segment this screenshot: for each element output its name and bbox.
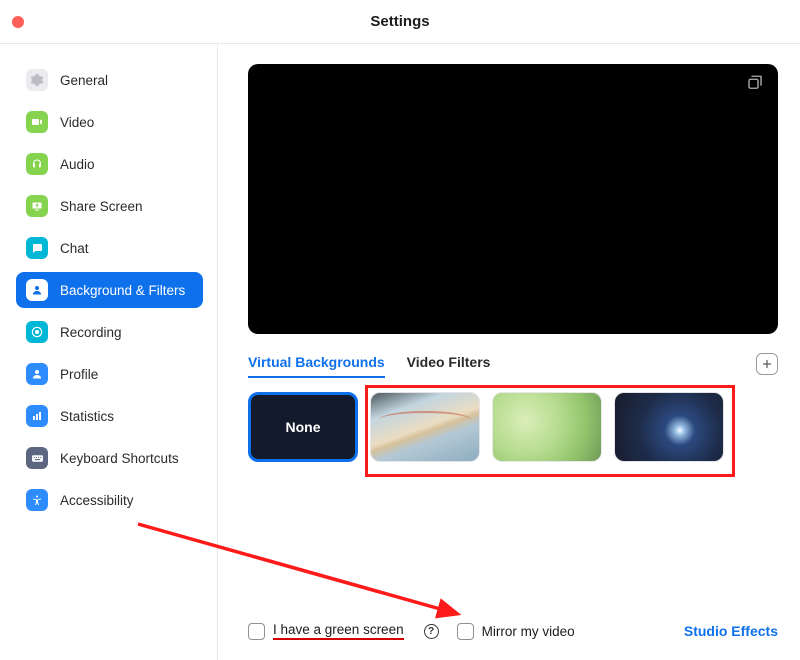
sidebar-item-label: Statistics: [60, 409, 114, 424]
titlebar: Settings: [0, 0, 800, 44]
green-screen-label: I have a green screen: [273, 622, 404, 640]
tab-virtual-backgrounds[interactable]: Virtual Backgrounds: [248, 350, 385, 378]
sidebar-item-label: General: [60, 73, 108, 88]
chat-icon: [26, 237, 48, 259]
sidebar-item-label: Profile: [60, 367, 98, 382]
mirror-label: Mirror my video: [482, 624, 575, 639]
bg-none-label: None: [286, 419, 321, 435]
video-preview: [248, 64, 778, 334]
sidebar-item-label: Share Screen: [60, 199, 143, 214]
accessibility-icon: [26, 489, 48, 511]
video-icon: [26, 111, 48, 133]
close-window-button[interactable]: [12, 16, 24, 28]
sidebar-item-profile[interactable]: Profile: [16, 356, 203, 392]
bg-option-bridge[interactable]: [370, 392, 480, 462]
recording-icon: [26, 321, 48, 343]
sidebar-item-chat[interactable]: Chat: [16, 230, 203, 266]
keyboard-icon: [26, 447, 48, 469]
sidebar-item-general[interactable]: General: [16, 62, 203, 98]
profile-icon: [26, 363, 48, 385]
sidebar-item-statistics[interactable]: Statistics: [16, 398, 203, 434]
gear-icon: [26, 69, 48, 91]
sidebar-item-accessibility[interactable]: Accessibility: [16, 482, 203, 518]
studio-effects-link[interactable]: Studio Effects: [684, 623, 778, 639]
bg-option-none[interactable]: None: [248, 392, 358, 462]
sidebar-item-label: Keyboard Shortcuts: [60, 451, 179, 466]
sidebar-item-share-screen[interactable]: Share Screen: [16, 188, 203, 224]
bg-option-earth[interactable]: [614, 392, 724, 462]
sidebar-item-background-filters[interactable]: Background & Filters: [16, 272, 203, 308]
headphones-icon: [26, 153, 48, 175]
share-screen-icon: [26, 195, 48, 217]
sidebar-item-label: Chat: [60, 241, 89, 256]
sidebar: General Video Audio Share Screen Chat: [0, 44, 218, 660]
page-title: Settings: [370, 13, 429, 30]
sidebar-item-label: Recording: [60, 325, 122, 340]
sidebar-item-label: Video: [60, 115, 94, 130]
tab-video-filters[interactable]: Video Filters: [407, 350, 491, 378]
sidebar-item-audio[interactable]: Audio: [16, 146, 203, 182]
rotate-icon[interactable]: [746, 74, 764, 95]
tabs-row: Virtual Backgrounds Video Filters: [248, 350, 778, 378]
checkbox-box: [248, 623, 265, 640]
main-panel: Virtual Backgrounds Video Filters None: [218, 44, 800, 660]
footer-row: I have a green screen ? Mirror my video …: [248, 610, 778, 640]
help-icon[interactable]: ?: [424, 624, 439, 639]
background-thumbs: None: [248, 392, 778, 462]
background-filters-icon: [26, 279, 48, 301]
body: General Video Audio Share Screen Chat: [0, 44, 800, 660]
sidebar-item-label: Accessibility: [60, 493, 134, 508]
sidebar-item-label: Audio: [60, 157, 95, 172]
sidebar-item-label: Background & Filters: [60, 283, 185, 298]
bg-option-grass[interactable]: [492, 392, 602, 462]
mirror-video-checkbox[interactable]: Mirror my video: [457, 623, 575, 640]
thumbs-wrap: None: [248, 392, 778, 462]
sidebar-item-keyboard-shortcuts[interactable]: Keyboard Shortcuts: [16, 440, 203, 476]
sidebar-item-video[interactable]: Video: [16, 104, 203, 140]
statistics-icon: [26, 405, 48, 427]
green-screen-checkbox[interactable]: I have a green screen: [248, 622, 404, 640]
checkbox-box: [457, 623, 474, 640]
window-controls: [12, 16, 24, 28]
sidebar-item-recording[interactable]: Recording: [16, 314, 203, 350]
tabs: Virtual Backgrounds Video Filters: [248, 350, 490, 378]
add-background-button[interactable]: [756, 353, 778, 375]
